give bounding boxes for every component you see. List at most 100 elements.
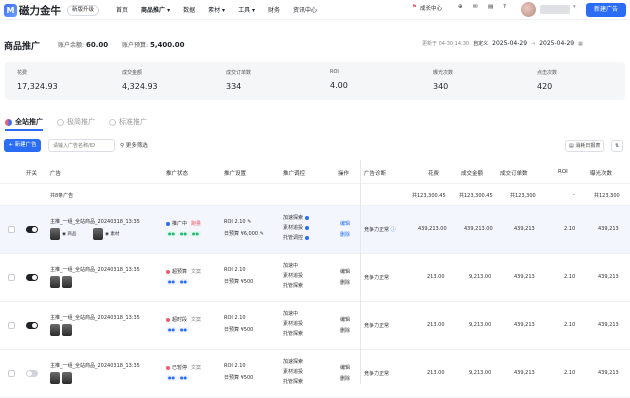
date-separator: → <box>531 40 536 47</box>
diagnosis-text: 竞争力正常 <box>364 227 390 233</box>
roi-setting[interactable]: ROI 2.10 <box>224 267 246 273</box>
edit-icon[interactable]: ✎ <box>260 231 264 237</box>
doc-icon[interactable]: ▤ <box>488 4 493 10</box>
notice-icon[interactable]: ⊕ <box>458 4 463 10</box>
cost: 213.00 <box>427 322 445 328</box>
calendar-icon[interactable]: ▦ <box>578 41 583 47</box>
consume-report-button[interactable]: ▤ 消耗日报表 <box>565 140 605 152</box>
gmv: 9,213.00 <box>469 322 492 328</box>
nav-finance[interactable]: 财务 <box>268 5 280 14</box>
col-orders[interactable]: 成交订单数 <box>500 169 528 177</box>
delete-link[interactable]: 删除 <box>340 279 350 286</box>
col-ad: 广告 <box>50 171 62 177</box>
control-item: 托管探索 <box>283 379 304 385</box>
edit-icon[interactable]: ✎ <box>247 219 251 225</box>
nav-tools[interactable]: 工具 ▾ <box>238 5 255 14</box>
control-item: 素材追投 <box>283 321 304 327</box>
main-nav: 首页 商品推广 ▾ 数据 素材 ▾ 工具 ▾ 财务 资讯中心 <box>116 5 330 14</box>
date-from[interactable]: 2025-04-29 <box>492 40 527 47</box>
new-ad-button-top[interactable]: 新建广告 <box>586 3 626 17</box>
row-switch[interactable] <box>26 370 38 377</box>
summary-impressions: 共123,300 <box>594 193 620 199</box>
budget-setting[interactable]: 日预算 ¥6,000 ✎ <box>224 230 264 237</box>
status-pills: ●● ●● ●● <box>166 231 202 237</box>
row-checkbox[interactable] <box>8 370 15 377</box>
control-item: 加速探索 <box>283 215 304 221</box>
version-switch[interactable]: 新版升级 <box>67 5 100 16</box>
search-input[interactable] <box>48 139 115 152</box>
delete-link[interactable]: 删除 <box>340 231 350 238</box>
budget-setting[interactable]: 日预算 ¥500 <box>224 326 253 333</box>
budget-label: 账户预算: <box>122 42 149 49</box>
table-row: 主推_一组_全站商品_20240318_13:35 超时段 文案 ●● ●● ROI… <box>0 302 630 350</box>
stats-panel: 花费 17,324.93 成交金额 4,324.93 成交订单数 334 ROI 4.0… <box>5 62 625 100</box>
nav-material[interactable]: 素材 ▾ <box>208 5 225 14</box>
edit-link[interactable]: 编辑 <box>340 268 350 275</box>
tab-simple-promo[interactable]: 极简推广 <box>57 117 95 127</box>
summary-cost: 共123,300.45 <box>412 193 446 199</box>
ad-name[interactable]: 主推_一组_全站商品_20240318_13:35 <box>50 266 140 273</box>
status-pill: ●● <box>166 375 177 381</box>
nav-news[interactable]: 资讯中心 <box>293 5 317 14</box>
delete-link[interactable]: 删除 <box>340 375 350 382</box>
col-gmv[interactable]: 成交金额 <box>461 169 483 177</box>
row-switch[interactable] <box>26 226 38 233</box>
budget-setting[interactable]: 日预算 ¥500 <box>224 278 253 285</box>
row-checkbox[interactable] <box>8 322 15 329</box>
delete-link[interactable]: 删除 <box>340 327 350 334</box>
col-roi[interactable]: ROI <box>558 169 568 175</box>
table-header: 开关 广告 推广状态 推广设置 推广调控 操作 广告诊断 花费 成交金额 成交订… <box>0 160 630 184</box>
roi-setting-text: ROI 2.10 <box>224 219 246 225</box>
col-impressions[interactable]: 曝光次数 <box>590 169 612 177</box>
control-item: 素材追投 <box>283 273 304 279</box>
nav-product-promo[interactable]: 商品推广 ▾ <box>141 5 170 14</box>
roi-setting[interactable]: ROI 2.10 <box>224 363 246 369</box>
update-time: 更新于 04-30 14:30 <box>422 41 470 47</box>
new-ad-button[interactable]: + 新建广告 <box>4 139 41 152</box>
account-name[interactable] <box>540 5 570 14</box>
nav-home[interactable]: 首页 <box>116 5 128 14</box>
edit-link[interactable]: 编辑 <box>340 364 350 371</box>
row-switch[interactable] <box>26 274 38 281</box>
ad-name[interactable]: 主推_一组_全站商品_20240318_13:35 <box>50 314 140 321</box>
chevron-down-icon[interactable]: ▾ <box>573 4 576 10</box>
tab-standard-promo[interactable]: 标准推广 <box>109 117 147 127</box>
nav-data[interactable]: 数据 <box>183 5 195 14</box>
edit-link[interactable]: 编辑 <box>340 220 350 227</box>
message-icon[interactable]: ✉ <box>473 4 478 10</box>
logo[interactable]: M 磁力金牛 <box>4 3 61 18</box>
row-checkbox[interactable] <box>8 226 15 233</box>
roi-setting[interactable]: ROI 2.10 ✎ <box>224 219 251 225</box>
col-cost[interactable]: 花费 <box>428 169 439 177</box>
help-icon[interactable]: ? <box>503 4 506 10</box>
logo-icon: M <box>4 4 17 17</box>
roi-setting[interactable]: ROI 2.10 <box>224 315 246 321</box>
cost: 439,213.00 <box>418 226 447 232</box>
column-settings-button[interactable]: ⇅ <box>611 140 624 152</box>
growth-center-link[interactable]: 成长中心 <box>420 4 442 12</box>
date-to[interactable]: 2025-04-29 <box>539 40 574 47</box>
cost: 213.00 <box>427 370 445 376</box>
budget-setting[interactable]: 日预算 ¥500 <box>224 374 253 381</box>
product-thumbnail <box>50 372 60 384</box>
tab-site-promo[interactable]: 全站推广 <box>5 117 43 127</box>
toolbar: + 新建广告 ⚲ 更多筛选 ▤ 消耗日报表 ⇅ <box>4 139 626 153</box>
gmv: 439,213.00 <box>464 226 493 232</box>
stat-value: 4.00 <box>330 81 348 90</box>
material-thumbnail <box>93 228 103 240</box>
product-thumbnail <box>50 228 60 240</box>
stat-orders: 成交订单数 334 <box>226 69 251 91</box>
more-filter-button[interactable]: ⚲ 更多筛选 <box>120 141 148 149</box>
ad-name[interactable]: 主推_一组_全站商品_20240318_13:35 <box>50 362 140 369</box>
info-icon[interactable]: ⓘ <box>391 227 396 233</box>
avatar[interactable] <box>521 2 536 17</box>
tab-label: 标准推广 <box>119 118 147 126</box>
ad-name[interactable]: 主推_一组_全站商品_20240318_13:35 <box>50 218 140 225</box>
status-tag: 文案 <box>191 269 202 275</box>
row-switch[interactable] <box>26 322 38 329</box>
stat-label: 花费 <box>17 70 28 76</box>
edit-link[interactable]: 编辑 <box>340 316 350 323</box>
control-dot <box>304 215 309 220</box>
range-label[interactable]: 自定义 <box>473 40 488 47</box>
row-checkbox[interactable] <box>8 274 15 281</box>
